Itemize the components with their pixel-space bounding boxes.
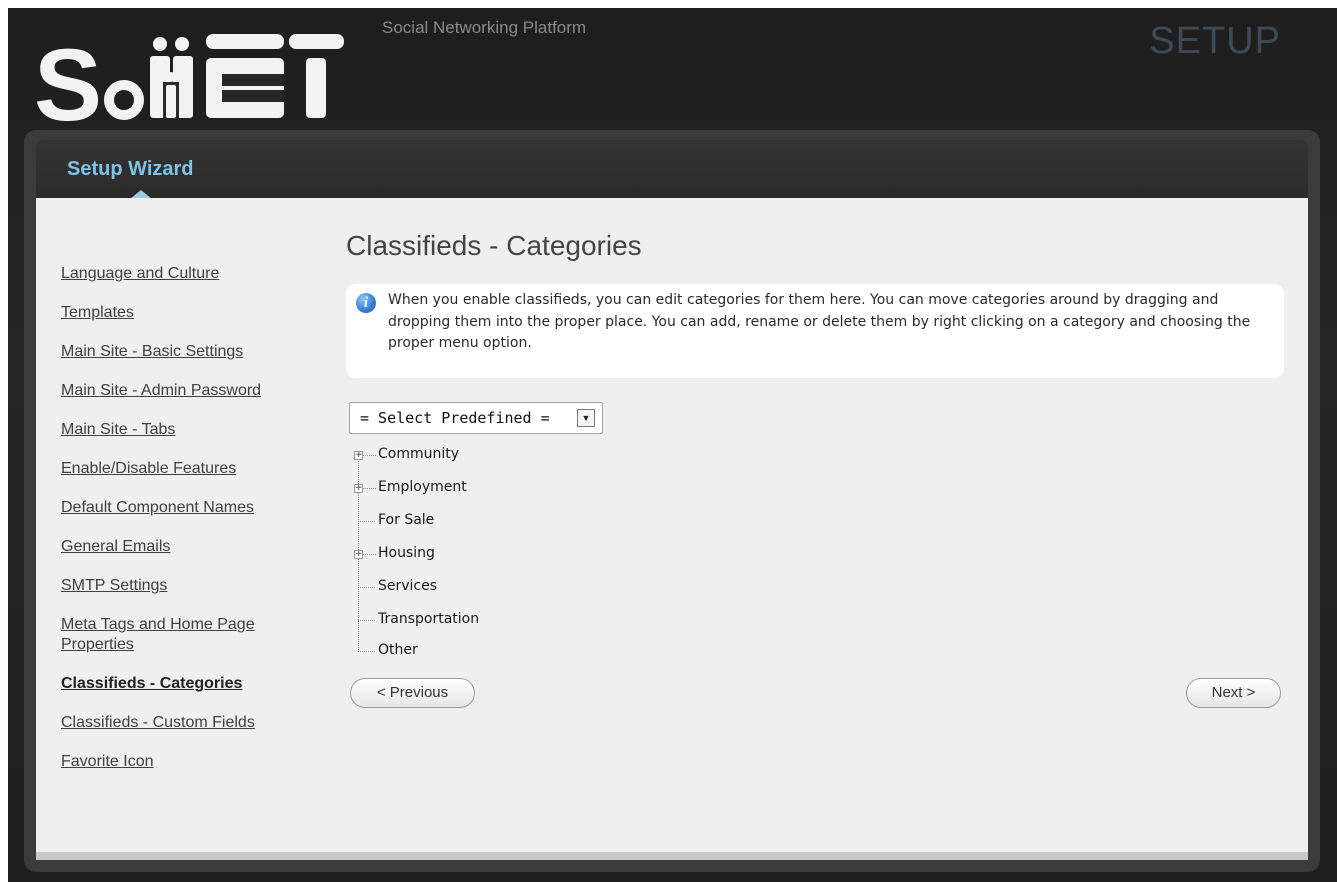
step-favorite-icon[interactable]: Favorite Icon: [61, 752, 321, 772]
category-community[interactable]: Community: [378, 446, 459, 462]
step-smtp-settings[interactable]: SMTP Settings: [61, 576, 321, 596]
step-main-site-tabs[interactable]: Main Site - Tabs: [61, 420, 321, 440]
chevron-down-icon[interactable]: ▼: [577, 409, 595, 427]
page-title: Classifieds - Categories: [346, 230, 642, 261]
category-for-sale[interactable]: For Sale: [378, 512, 434, 528]
category-services[interactable]: Services: [378, 578, 437, 594]
step-enable-disable-features[interactable]: Enable/Disable Features: [61, 459, 321, 479]
expand-community-icon[interactable]: +: [354, 451, 363, 460]
panel-bottom-bar: [36, 852, 1308, 860]
app-frame: S Social Networking Platform SETUP Setup…: [8, 8, 1337, 882]
wizard-steps-nav: Language and Culture Templates Main Site…: [61, 264, 321, 791]
setup-mode-label: SETUP: [1149, 20, 1281, 62]
step-general-emails[interactable]: General Emails: [61, 537, 321, 557]
expand-housing-icon[interactable]: +: [354, 550, 363, 559]
step-default-component-names[interactable]: Default Component Names: [61, 498, 321, 518]
svg-text:S: S: [34, 28, 99, 132]
step-templates[interactable]: Templates: [61, 303, 321, 323]
category-other[interactable]: Other: [378, 642, 418, 658]
step-classifieds-categories[interactable]: Classifieds - Categories: [61, 674, 321, 694]
platform-tagline: Social Networking Platform: [382, 18, 587, 37]
expand-employment-icon[interactable]: +: [354, 484, 363, 493]
step-main-site-basic-settings[interactable]: Main Site - Basic Settings: [61, 342, 321, 362]
wizard-content: Language and Culture Templates Main Site…: [36, 198, 1308, 852]
step-classifieds-custom-fields[interactable]: Classifieds - Custom Fields: [61, 713, 321, 733]
wizard-header: Setup Wizard: [36, 140, 1308, 199]
next-button[interactable]: Next >: [1186, 678, 1281, 708]
category-tree: + + + Community Employment For Sale Hous…: [348, 443, 648, 673]
category-employment[interactable]: Employment: [378, 479, 467, 495]
info-message-text: When you enable classifieds, you can edi…: [388, 292, 1251, 351]
category-housing[interactable]: Housing: [378, 545, 435, 561]
select-predefined-value: = Select Predefined =: [360, 409, 550, 427]
info-icon: i: [356, 293, 376, 313]
step-main-site-admin-password[interactable]: Main Site - Admin Password: [61, 381, 321, 401]
previous-button[interactable]: < Previous: [350, 678, 475, 708]
category-transportation[interactable]: Transportation: [378, 611, 479, 627]
info-message-box: i When you enable classifieds, you can e…: [346, 284, 1284, 378]
socnet-logo: S: [34, 28, 344, 132]
wizard-title: Setup Wizard: [67, 158, 194, 180]
step-language-and-culture[interactable]: Language and Culture: [61, 264, 321, 284]
select-predefined-dropdown[interactable]: = Select Predefined = ▼: [349, 402, 603, 434]
step-meta-tags-home-page[interactable]: Meta Tags and Home Page Properties: [61, 615, 321, 655]
wizard-panel: Setup Wizard Language and Culture Templa…: [24, 130, 1320, 872]
